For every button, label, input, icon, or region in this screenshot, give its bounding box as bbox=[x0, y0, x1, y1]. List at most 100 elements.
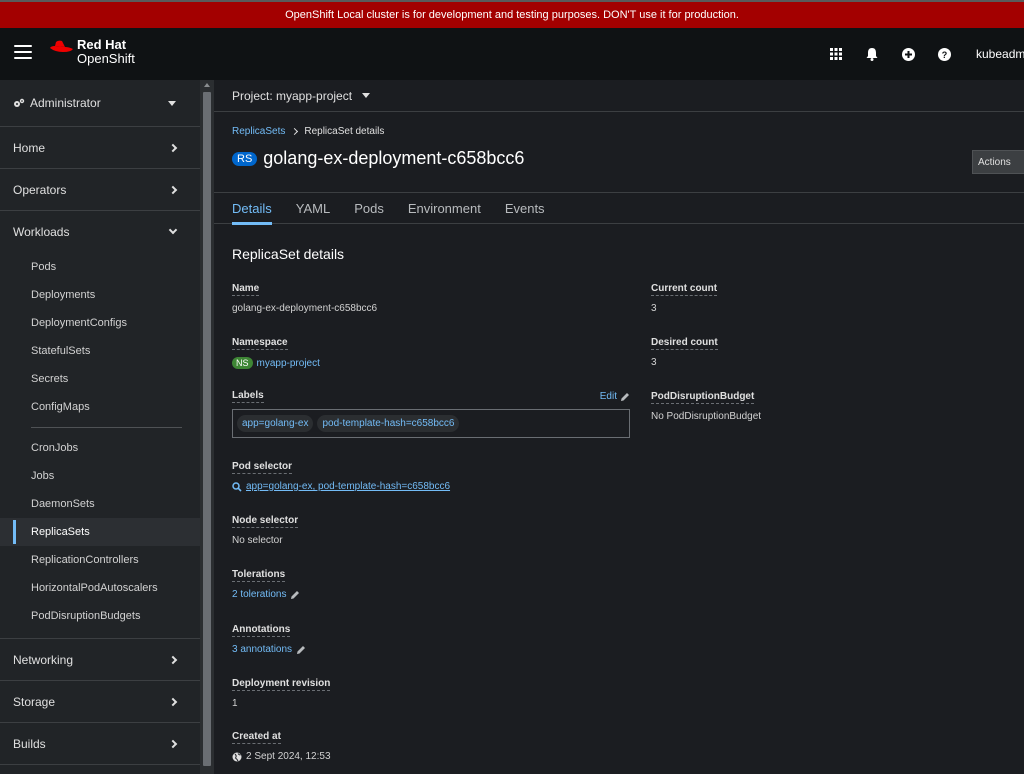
edit-labels-button[interactable]: Edit bbox=[600, 391, 630, 402]
sidebar-section-label: Networking bbox=[13, 652, 74, 667]
tab-yaml[interactable]: YAML bbox=[296, 193, 330, 224]
scroll-up-arrow-icon[interactable] bbox=[204, 83, 210, 87]
tab-details[interactable]: Details bbox=[232, 193, 272, 225]
sidebar-section-label: Storage bbox=[13, 694, 56, 709]
caret-down-icon bbox=[168, 100, 176, 106]
field-pod-selector: Pod selector app=golang-ex, pod-template… bbox=[232, 460, 630, 514]
tab-bar: Details YAML Pods Environment Events bbox=[214, 192, 1024, 225]
field-name: Name golang-ex-deployment-c658bcc6 bbox=[232, 282, 630, 336]
sidebar-section-workloads[interactable]: Workloads bbox=[0, 211, 200, 253]
field-pod-disruption-budget: PodDisruptionBudget No PodDisruptionBudg… bbox=[651, 390, 951, 422]
field-label: Annotations bbox=[232, 624, 291, 637]
tolerations-link[interactable]: 2 tolerations bbox=[232, 589, 286, 600]
redhat-openshift-logo[interactable]: Red Hat OpenShift bbox=[49, 38, 135, 66]
chevron-right-icon bbox=[168, 185, 178, 194]
help-icon[interactable]: ? bbox=[926, 28, 962, 80]
pod-selector-link[interactable]: app=golang-ex, pod-template-hash=c658bcc… bbox=[246, 481, 450, 492]
chevron-right-icon bbox=[168, 655, 178, 664]
sidebar-nav: Administrator Home Operators Workloads P… bbox=[0, 80, 200, 774]
field-annotations: Annotations 3 annotations bbox=[232, 623, 630, 677]
field-value: 3 bbox=[651, 357, 657, 368]
sidebar-item-cronjobs[interactable]: CronJobs bbox=[0, 434, 200, 462]
sidebar-item-deploymentconfigs[interactable]: DeploymentConfigs bbox=[0, 309, 200, 337]
logo-line2: OpenShift bbox=[77, 51, 135, 66]
sidebar-item-horizontalpodautoscalers[interactable]: HorizontalPodAutoscalers bbox=[0, 574, 200, 602]
field-label: Deployment revision bbox=[232, 678, 331, 691]
label-chip[interactable]: pod-template-hash=c658bcc6 bbox=[317, 415, 460, 432]
tab-events[interactable]: Events bbox=[505, 193, 545, 224]
sidebar-section-home[interactable]: Home bbox=[0, 127, 200, 169]
tab-pods[interactable]: Pods bbox=[354, 193, 384, 224]
field-label: Name bbox=[232, 283, 260, 296]
perspective-label: Administrator bbox=[30, 96, 101, 110]
field-label: Namespace bbox=[232, 337, 288, 350]
main-content: Project: myapp-project ReplicaSets Repli… bbox=[214, 80, 1024, 774]
annotations-link[interactable]: 3 annotations bbox=[232, 644, 292, 655]
chevron-right-icon bbox=[168, 143, 178, 152]
search-icon bbox=[232, 481, 242, 492]
sidebar-section-label: Builds bbox=[13, 736, 46, 751]
resource-kind-badge: RS bbox=[232, 151, 258, 166]
sidebar-item-secrets[interactable]: Secrets bbox=[0, 365, 200, 393]
field-labels: Labels Edit app=golang-ex pod-template-h… bbox=[232, 390, 630, 460]
sidebar-section-networking[interactable]: Networking bbox=[0, 639, 200, 681]
perspective-switcher[interactable]: Administrator bbox=[0, 80, 200, 127]
globe-icon bbox=[232, 752, 242, 761]
svg-text:?: ? bbox=[941, 50, 947, 60]
labels-box: app=golang-ex pod-template-hash=c658bcc6 bbox=[232, 409, 630, 438]
field-value: No selector bbox=[232, 535, 283, 546]
redhat-hat-icon bbox=[50, 40, 73, 52]
masthead: Red Hat OpenShift ? kubeadmin bbox=[0, 28, 1024, 80]
sidebar-item-statefulsets[interactable]: StatefulSets bbox=[0, 337, 200, 365]
sidebar-item-replicationcontrollers[interactable]: ReplicationControllers bbox=[0, 546, 200, 574]
caret-down-icon bbox=[362, 93, 371, 98]
tab-environment[interactable]: Environment bbox=[408, 193, 481, 224]
field-label: Tolerations bbox=[232, 569, 286, 582]
bell-icon[interactable] bbox=[854, 28, 890, 80]
field-label: Node selector bbox=[232, 515, 299, 528]
created-timestamp: 2 Sept 2024, 12:53 bbox=[246, 751, 331, 762]
app-launcher-icon[interactable] bbox=[818, 28, 854, 80]
field-label: Labels bbox=[232, 390, 264, 403]
sidebar-section-storage[interactable]: Storage bbox=[0, 681, 200, 723]
field-label: Desired count bbox=[651, 337, 718, 350]
field-value: 3 bbox=[651, 303, 657, 314]
sidebar-item-jobs[interactable]: Jobs bbox=[0, 462, 200, 490]
pencil-icon bbox=[291, 590, 300, 599]
details-right-column: Current count 3 Desired count 3 PodDisru… bbox=[651, 282, 951, 422]
chevron-down-icon bbox=[168, 225, 178, 235]
cogs-icon bbox=[14, 98, 25, 107]
sidebar-item-pods[interactable]: Pods bbox=[0, 253, 200, 281]
sidebar-section-operators[interactable]: Operators bbox=[0, 169, 200, 211]
sidebar-item-configmaps[interactable]: ConfigMaps bbox=[0, 393, 200, 421]
project-selector[interactable]: Project: myapp-project bbox=[214, 80, 1024, 112]
sidebar-item-poddisruptionbudgets[interactable]: PodDisruptionBudgets bbox=[0, 602, 200, 630]
hamburger-menu-icon[interactable] bbox=[14, 45, 32, 59]
nav-divider bbox=[31, 427, 182, 428]
breadcrumb-current: ReplicaSet details bbox=[304, 126, 385, 137]
field-current-count: Current count 3 bbox=[651, 282, 951, 336]
user-menu[interactable]: kubeadmin bbox=[962, 47, 1024, 61]
sidebar-item-daemonsets[interactable]: DaemonSets bbox=[0, 490, 200, 518]
sidebar-item-deployments[interactable]: Deployments bbox=[0, 281, 200, 309]
field-label: Pod selector bbox=[232, 461, 293, 474]
field-label: Current count bbox=[651, 283, 718, 296]
scrollbar-thumb[interactable] bbox=[203, 92, 211, 766]
sidebar-item-replicasets[interactable]: ReplicaSets bbox=[0, 518, 200, 546]
dev-cluster-banner: OpenShift Local cluster is for developme… bbox=[0, 0, 1024, 28]
sidebar-scrollbar[interactable] bbox=[200, 80, 214, 774]
field-desired-count: Desired count 3 bbox=[651, 336, 951, 390]
sidebar-section-builds[interactable]: Builds bbox=[0, 723, 200, 765]
banner-text: OpenShift Local cluster is for developme… bbox=[285, 9, 739, 21]
page-heading: RS golang-ex-deployment-c658bcc6 bbox=[232, 148, 524, 169]
breadcrumb-link-replicasets[interactable]: ReplicaSets bbox=[232, 126, 285, 137]
field-tolerations: Tolerations 2 tolerations bbox=[232, 568, 630, 623]
namespace-badge: NS bbox=[232, 357, 253, 369]
plus-circle-icon[interactable] bbox=[890, 28, 926, 80]
sidebar-section-label: Workloads bbox=[13, 225, 70, 239]
breadcrumb: ReplicaSets ReplicaSet details bbox=[232, 126, 384, 137]
label-chip[interactable]: app=golang-ex bbox=[237, 415, 314, 432]
field-value: No PodDisruptionBudget bbox=[651, 411, 762, 422]
actions-dropdown-button[interactable]: Actions bbox=[972, 150, 1024, 174]
namespace-link[interactable]: myapp-project bbox=[257, 358, 320, 369]
